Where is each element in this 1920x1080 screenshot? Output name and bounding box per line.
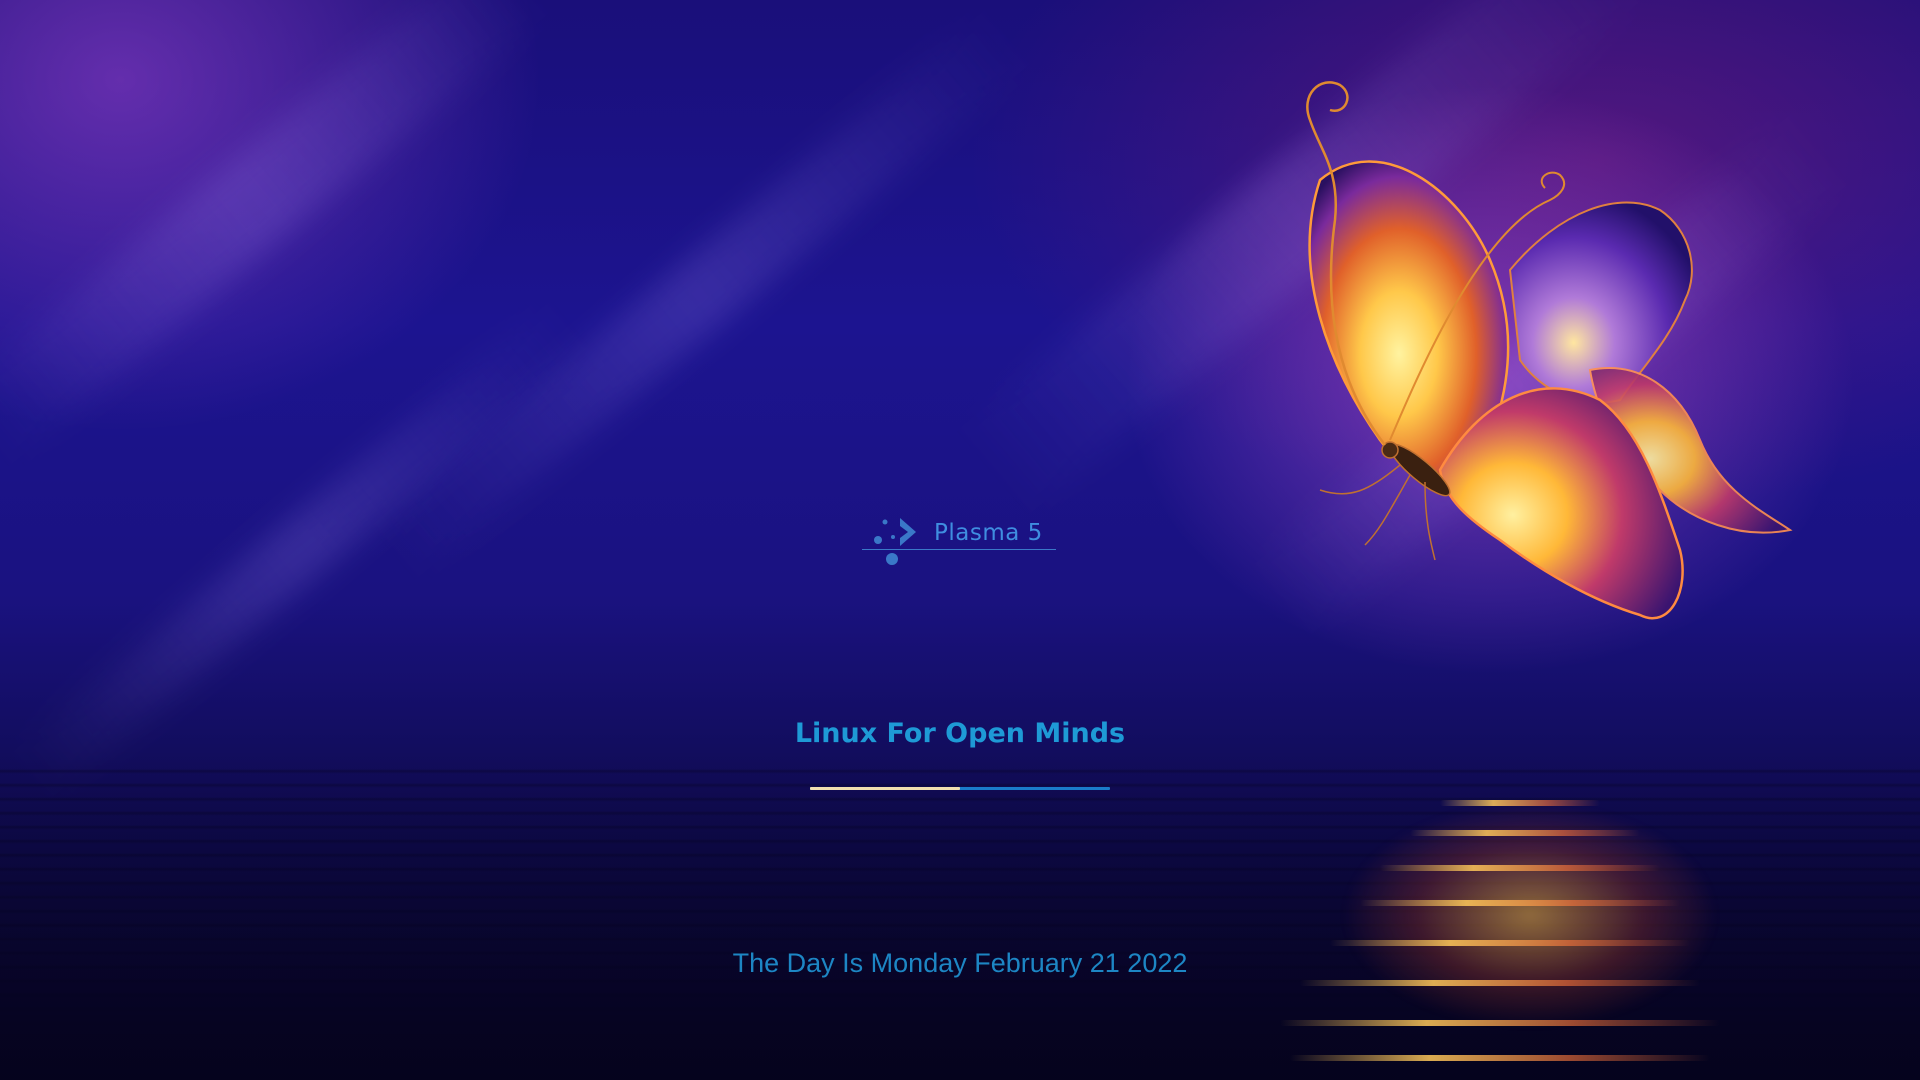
butterfly-reflection — [1270, 780, 1790, 1080]
reflection-ripple — [1330, 940, 1690, 946]
plasma-logo-text: Plasma 5 — [934, 520, 1043, 546]
date-label: The Day Is Monday February 21 2022 — [732, 948, 1188, 978]
reflection-ripple — [1300, 980, 1700, 986]
reflection-ripple — [1360, 900, 1680, 906]
splash-screen: Plasma 5 Linux For Open Minds The Day Is… — [0, 0, 1920, 1080]
butterfly-icon — [1306, 81, 1793, 620]
loading-progress-fill — [810, 787, 960, 790]
reflection-ripple — [1290, 1055, 1710, 1061]
reflection-ripple — [1410, 830, 1640, 836]
reflection-ripple — [1380, 865, 1660, 871]
splash-tagline: Linux For Open Minds — [794, 718, 1126, 749]
reflection-ripple — [1440, 800, 1600, 806]
logo-divider — [862, 549, 1056, 550]
loading-progress-bar — [810, 787, 1110, 790]
light-streak — [371, 11, 1029, 579]
reflection-ripple — [1280, 1020, 1720, 1026]
